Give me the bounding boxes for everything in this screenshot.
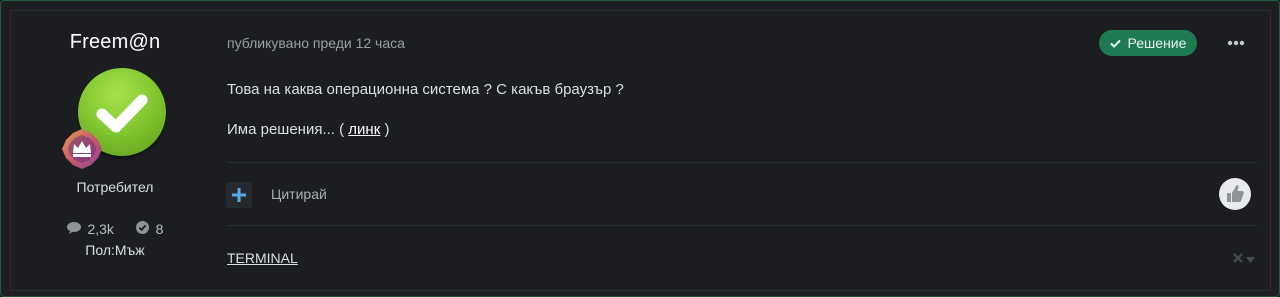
post-line-2: Има решения... ( линк ) [227, 121, 389, 138]
author-name[interactable]: Freem@n [11, 31, 219, 54]
close-icon[interactable] [1233, 252, 1246, 266]
quote-button[interactable]: Цитирай [271, 186, 327, 202]
check-circle-icon [135, 221, 149, 237]
comment-icon [66, 221, 81, 237]
caret-down-icon[interactable] [1246, 252, 1256, 266]
signature: TERMINAL [227, 250, 298, 266]
signature-controls[interactable] [1233, 252, 1256, 266]
divider [227, 225, 1257, 226]
solution-label: Решение [1127, 35, 1187, 51]
rank-badge [60, 127, 104, 171]
posts-count: 2,3k [87, 221, 114, 238]
line2-suffix: ) [384, 121, 390, 138]
post-meta[interactable]: публикувано преди 12 часа [227, 35, 405, 51]
post-frame: Freem@n Потребител 2,3k 8 Пол:Мъж публик… [0, 0, 1280, 297]
author-role: Потребител [76, 179, 154, 195]
line2-prefix: Има решения... ( [227, 121, 345, 138]
solution-badge: Решение [1099, 30, 1197, 56]
more-dots-icon[interactable] [1226, 36, 1246, 50]
plus-icon[interactable] [226, 182, 252, 208]
thumbs-up-icon[interactable] [1219, 178, 1251, 210]
author-gender: Пол:Мъж [85, 242, 145, 258]
check-icon [1109, 35, 1125, 51]
solutions-count: 8 [155, 221, 164, 238]
author-panel: Freem@n Потребител 2,3k 8 Пол:Мъж [11, 11, 219, 290]
crown-icon [62, 129, 102, 169]
post-container: Freem@n Потребител 2,3k 8 Пол:Мъж публик… [10, 10, 1271, 291]
post-line-1: Това на каква операционна система ? С ка… [227, 81, 624, 98]
author-stats: 2,3k 8 [11, 220, 219, 237]
post-link[interactable]: линк [348, 121, 380, 138]
divider [227, 162, 1257, 163]
